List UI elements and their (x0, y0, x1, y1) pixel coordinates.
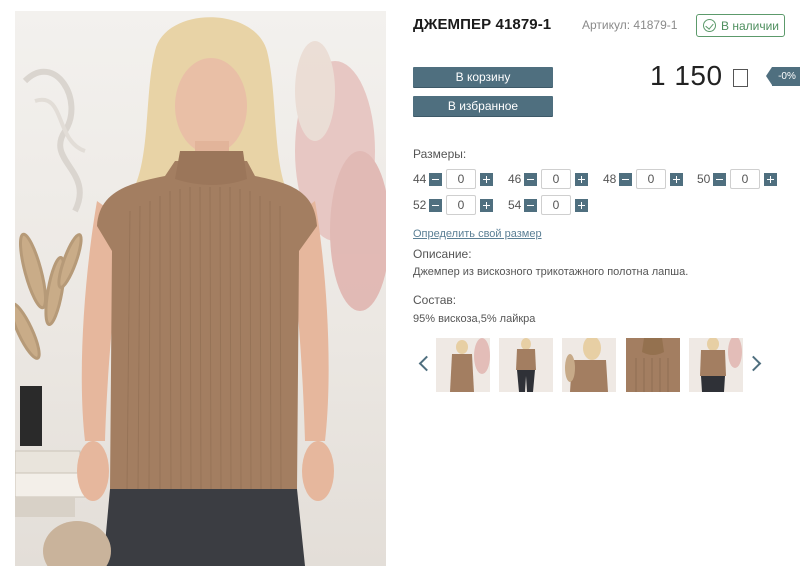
product-title: ДЖЕМПЕР 41879-1 (413, 16, 552, 33)
size-label: 52 (413, 198, 427, 212)
chevron-right-icon[interactable] (748, 354, 762, 374)
size-row-52: 52 (413, 195, 493, 215)
thumbnail-3[interactable] (562, 338, 616, 392)
discount-badge: -0% (766, 67, 800, 86)
availability-badge: В наличии (696, 14, 785, 37)
plus-icon[interactable] (764, 172, 777, 186)
check-circle-icon (703, 19, 716, 32)
size-row-44: 44 (413, 169, 493, 189)
price-value: 1 150 (650, 60, 723, 91)
quantity-input[interactable] (446, 195, 476, 215)
thumbnail-1[interactable] (436, 338, 490, 392)
quantity-input[interactable] (730, 169, 760, 189)
description-text: Джемпер из вискозного трикотажного полот… (413, 266, 689, 278)
chevron-left-icon[interactable] (417, 354, 431, 374)
quantity-input[interactable] (446, 169, 476, 189)
size-row-50: 50 (697, 169, 777, 189)
size-row-48: 48 (603, 169, 683, 189)
size-row-46: 46 (508, 169, 588, 189)
minus-icon[interactable] (713, 172, 726, 186)
composition-text: 95% вискоза,5% лайкра (413, 313, 536, 325)
size-label: 46 (508, 172, 522, 186)
add-to-favorites-button[interactable]: В избранное (413, 96, 553, 116)
sizes-label: Размеры: (413, 147, 467, 161)
minus-icon[interactable] (619, 172, 632, 186)
size-label: 48 (603, 172, 617, 186)
thumbnail-5[interactable] (689, 338, 743, 392)
plus-icon[interactable] (575, 172, 588, 186)
size-label: 54 (508, 198, 522, 212)
main-product-photo[interactable] (15, 11, 386, 566)
size-row-54: 54 (508, 195, 588, 215)
quantity-input[interactable] (541, 169, 571, 189)
quantity-input[interactable] (636, 169, 666, 189)
quantity-input[interactable] (541, 195, 571, 215)
minus-icon[interactable] (429, 198, 442, 212)
size-label: 44 (413, 172, 427, 186)
composition-label: Состав: (413, 293, 457, 307)
description-label: Описание: (413, 247, 472, 261)
plus-icon[interactable] (670, 172, 683, 186)
availability-text: В наличии (721, 18, 780, 33)
thumbnail-2[interactable] (499, 338, 553, 392)
plus-icon[interactable] (480, 172, 493, 186)
size-guide-link[interactable]: Определить свой размер (413, 228, 542, 240)
minus-icon[interactable] (429, 172, 442, 186)
add-to-cart-button[interactable]: В корзину (413, 67, 553, 87)
plus-icon[interactable] (575, 198, 588, 212)
minus-icon[interactable] (524, 172, 537, 186)
thumbnail-4[interactable] (626, 338, 680, 392)
currency-icon (732, 68, 748, 87)
sku-label: Артикул: 41879-1 (582, 18, 678, 32)
price: 1 150 (650, 60, 748, 92)
plus-icon[interactable] (480, 198, 493, 212)
size-label: 50 (697, 172, 711, 186)
minus-icon[interactable] (524, 198, 537, 212)
